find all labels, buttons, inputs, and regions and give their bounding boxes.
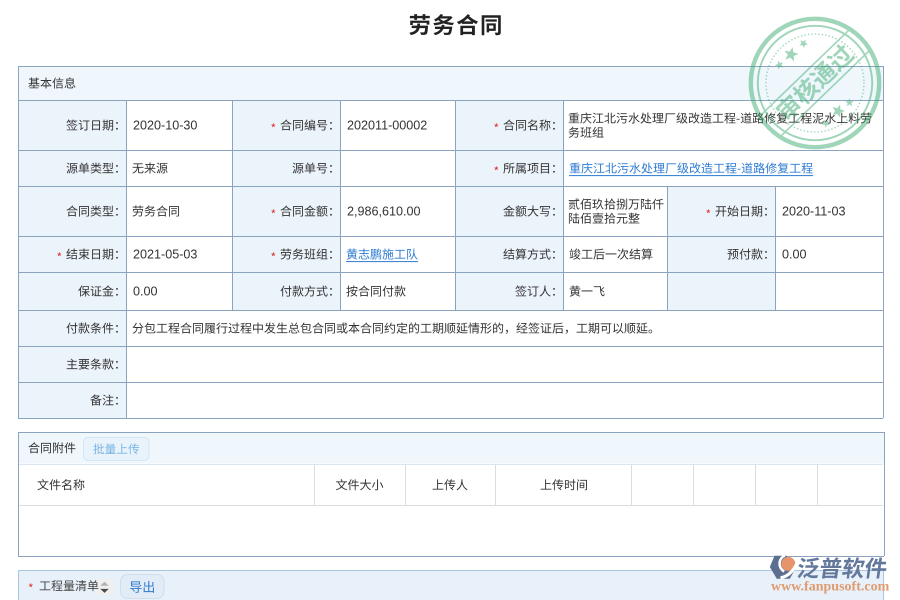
svg-text:2,986,610.00: 2,986,610.00 [347, 204, 421, 218]
svg-text:202011-00002: 202011-00002 [347, 118, 427, 132]
svg-text:www.fanpusoft.com: www.fanpusoft.com [771, 580, 890, 595]
svg-text:2020-11-03: 2020-11-03 [782, 204, 846, 218]
svg-text:2021-05-03: 2021-05-03 [133, 247, 197, 261]
svg-text:2020-10-30: 2020-10-30 [133, 118, 197, 132]
svg-text:0.00: 0.00 [133, 284, 158, 298]
svg-text:0.00: 0.00 [782, 247, 807, 261]
